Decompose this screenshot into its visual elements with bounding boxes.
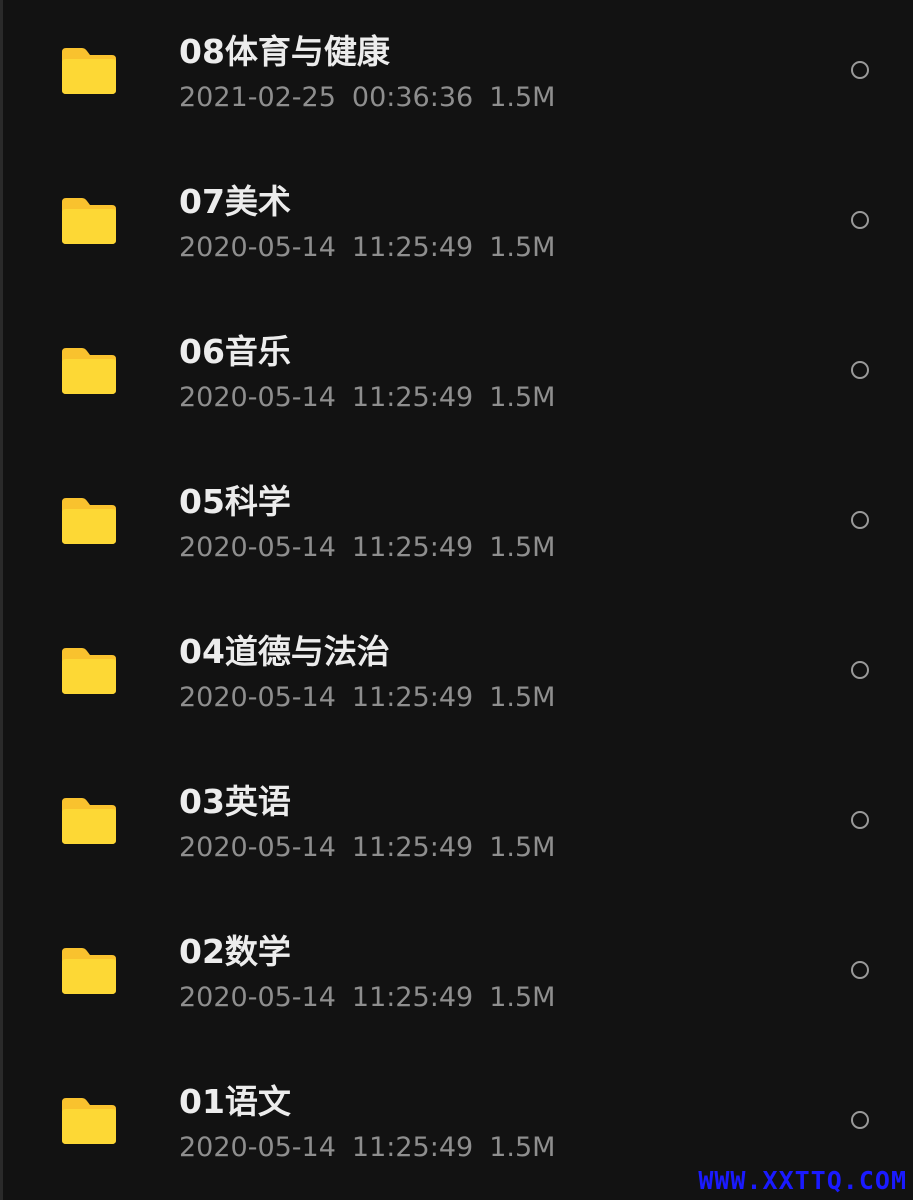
modified-time: 00:36:36: [351, 82, 474, 113]
select-radio-icon[interactable]: [851, 61, 869, 79]
modified-time: 11:25:49: [351, 532, 474, 563]
folder-name: 03英语: [179, 782, 291, 821]
list-item[interactable]: 06音乐 2020-05-14 11:25:49 1.5M: [0, 300, 913, 450]
select-radio-icon[interactable]: [851, 811, 869, 829]
folder-name: 05科学: [179, 482, 291, 521]
folder-name: 02数学: [179, 932, 291, 971]
list-item[interactable]: 02数学 2020-05-14 11:25:49 1.5M: [0, 900, 913, 1050]
folder-icon: [62, 498, 116, 544]
folder-icon-graphic: [62, 348, 116, 394]
folder-icon: [62, 348, 116, 394]
folder-meta: 2020-05-14 11:25:49 1.5M: [179, 831, 555, 865]
folder-size: 1.5M: [489, 1132, 556, 1163]
modified-date: 2020-05-14: [179, 382, 336, 413]
folder-meta: 2020-05-14 11:25:49 1.5M: [179, 1131, 555, 1165]
select-radio-icon[interactable]: [851, 961, 869, 979]
folder-meta: 2020-05-14 11:25:49 1.5M: [179, 381, 555, 415]
modified-date: 2021-02-25: [179, 82, 336, 113]
folder-icon-graphic: [62, 198, 116, 244]
folder-size: 1.5M: [489, 232, 556, 263]
folder-name: 06音乐: [179, 332, 291, 371]
folder-name: 01语文: [179, 1082, 291, 1121]
folder-icon-graphic: [62, 498, 116, 544]
folder-icon-graphic: [62, 1098, 116, 1144]
folder-meta: 2020-05-14 11:25:49 1.5M: [179, 231, 555, 265]
modified-date: 2020-05-14: [179, 532, 336, 563]
folder-meta: 2020-05-14 11:25:49 1.5M: [179, 981, 555, 1015]
folder-icon: [62, 1098, 116, 1144]
modified-time: 11:25:49: [351, 382, 474, 413]
folder-icon: [62, 948, 116, 994]
folder-icon: [62, 198, 116, 244]
modified-time: 11:25:49: [351, 832, 474, 863]
list-item[interactable]: 07美术 2020-05-14 11:25:49 1.5M: [0, 150, 913, 300]
select-radio-icon[interactable]: [851, 511, 869, 529]
folder-icon-graphic: [62, 798, 116, 844]
folder-size: 1.5M: [489, 682, 556, 713]
modified-date: 2020-05-14: [179, 982, 336, 1013]
folder-icon: [62, 798, 116, 844]
folder-name: 08体育与健康: [179, 32, 390, 71]
modified-date: 2020-05-14: [179, 832, 336, 863]
folder-name: 04道德与法治: [179, 632, 390, 671]
list-item[interactable]: 03英语 2020-05-14 11:25:49 1.5M: [0, 750, 913, 900]
modified-date: 2020-05-14: [179, 232, 336, 263]
folder-icon: [62, 48, 116, 94]
folder-size: 1.5M: [489, 532, 556, 563]
modified-time: 11:25:49: [351, 682, 474, 713]
folder-name: 07美术: [179, 182, 291, 221]
watermark-text: WWW.XXTTQ.COM: [698, 1166, 907, 1195]
folder-list: 08体育与健康 2021-02-25 00:36:36 1.5M 07美术 2020…: [0, 0, 913, 1200]
folder-icon-graphic: [62, 948, 116, 994]
list-item[interactable]: 08体育与健康 2021-02-25 00:36:36 1.5M: [0, 0, 913, 150]
list-item[interactable]: 05科学 2020-05-14 11:25:49 1.5M: [0, 450, 913, 600]
list-item[interactable]: 04道德与法治 2020-05-14 11:25:49 1.5M: [0, 600, 913, 750]
folder-icon: [62, 648, 116, 694]
folder-size: 1.5M: [489, 82, 556, 113]
select-radio-icon[interactable]: [851, 361, 869, 379]
modified-date: 2020-05-14: [179, 682, 336, 713]
modified-time: 11:25:49: [351, 1132, 474, 1163]
folder-size: 1.5M: [489, 382, 556, 413]
folder-meta: 2020-05-14 11:25:49 1.5M: [179, 531, 555, 565]
folder-icon-graphic: [62, 48, 116, 94]
select-radio-icon[interactable]: [851, 211, 869, 229]
folder-meta: 2020-05-14 11:25:49 1.5M: [179, 681, 555, 715]
folder-size: 1.5M: [489, 832, 556, 863]
file-browser-screen: 08体育与健康 2021-02-25 00:36:36 1.5M 07美术 2020…: [0, 0, 913, 1200]
folder-size: 1.5M: [489, 982, 556, 1013]
folder-icon-graphic: [62, 648, 116, 694]
modified-time: 11:25:49: [351, 982, 474, 1013]
select-radio-icon[interactable]: [851, 1111, 869, 1129]
modified-time: 11:25:49: [351, 232, 474, 263]
select-radio-icon[interactable]: [851, 661, 869, 679]
modified-date: 2020-05-14: [179, 1132, 336, 1163]
folder-meta: 2021-02-25 00:36:36 1.5M: [179, 81, 555, 115]
